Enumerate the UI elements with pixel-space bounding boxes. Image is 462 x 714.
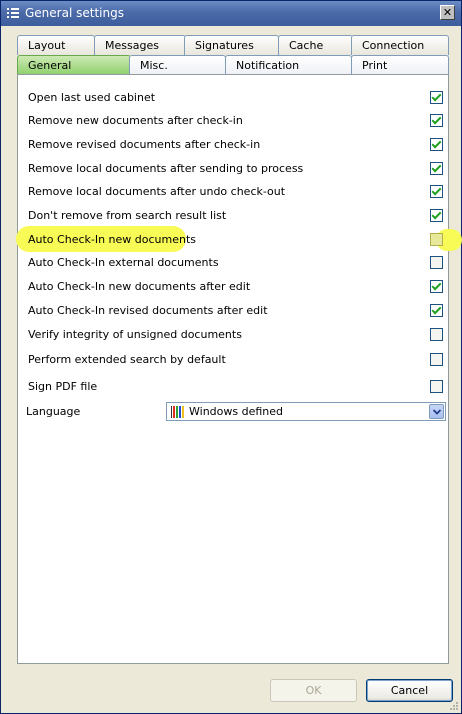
- tab-layout[interactable]: Layout: [17, 35, 95, 55]
- tab-label: Connection: [362, 39, 425, 52]
- tab-signatures[interactable]: Signatures: [184, 35, 279, 55]
- option-label: Auto Check-In external documents: [28, 256, 219, 269]
- title-bar[interactable]: General settings ✕: [1, 1, 461, 26]
- option-verify-integrity[interactable]: Verify integrity of unsigned documents: [28, 326, 443, 346]
- option-remove-local-after-process[interactable]: Remove local documents after sending to …: [28, 160, 443, 180]
- option-remove-local-after-undo[interactable]: Remove local documents after undo check-…: [28, 183, 443, 203]
- option-label: Verify integrity of unsigned documents: [28, 328, 242, 341]
- option-checkbox[interactable]: [430, 185, 443, 198]
- option-label: Open last used cabinet: [28, 91, 156, 104]
- tab-messages[interactable]: Messages: [94, 35, 186, 55]
- option-checkbox[interactable]: [430, 380, 443, 393]
- option-label: Auto Check-In new documents: [28, 233, 197, 246]
- option-label: Remove new documents after check-in: [28, 114, 243, 127]
- option-checkbox[interactable]: [430, 304, 443, 317]
- option-checkbox[interactable]: [430, 138, 443, 151]
- tab-label: Layout: [28, 39, 66, 52]
- tab-print[interactable]: Print: [351, 55, 449, 75]
- option-remove-new-after-checkin[interactable]: Remove new documents after check-in: [28, 112, 443, 132]
- option-auto-checkin-revised-after-edit[interactable]: Auto Check-In revised documents after ed…: [28, 302, 443, 322]
- chevron-down-icon: [433, 409, 441, 415]
- general-tab-panel: Open last used cabinet Remove new docume…: [16, 74, 462, 664]
- option-checkbox[interactable]: [430, 114, 443, 127]
- language-dropdown[interactable]: Windows defined: [166, 402, 446, 421]
- tab-cache[interactable]: Cache: [278, 35, 353, 55]
- tab-general[interactable]: General: [17, 55, 131, 75]
- option-checkbox[interactable]: [430, 328, 443, 341]
- dropdown-button[interactable]: [429, 404, 444, 419]
- option-dont-remove-search[interactable]: Don't remove from search result list: [28, 207, 443, 227]
- tab-connection[interactable]: Connection: [351, 35, 449, 55]
- option-extended-search[interactable]: Perform extended search by default: [28, 351, 443, 371]
- window-title: General settings: [25, 6, 124, 20]
- language-label: Language: [26, 405, 81, 418]
- tab-label: Misc.: [140, 59, 168, 72]
- ok-button[interactable]: OK: [270, 679, 357, 702]
- cancel-label: Cancel: [390, 684, 429, 697]
- option-checkbox[interactable]: [430, 280, 443, 293]
- option-checkbox[interactable]: [430, 353, 443, 366]
- option-label: Auto Check-In revised documents after ed…: [28, 304, 268, 317]
- option-auto-checkin-new[interactable]: Auto Check-In new documents: [28, 231, 443, 251]
- option-checkbox[interactable]: [430, 209, 443, 222]
- option-auto-checkin-new-after-edit[interactable]: Auto Check-In new documents after edit: [28, 278, 443, 298]
- option-label: Sign PDF file: [28, 380, 98, 393]
- option-checkbox[interactable]: [430, 256, 443, 269]
- tab-misc[interactable]: Misc.: [129, 55, 226, 75]
- option-label: Don't remove from search result list: [28, 209, 227, 222]
- option-sign-pdf[interactable]: Sign PDF file: [28, 378, 443, 398]
- resize-grip-icon[interactable]: [449, 701, 459, 711]
- tab-notification[interactable]: Notification: [225, 55, 352, 75]
- tab-label: Messages: [105, 39, 159, 52]
- ok-label: OK: [305, 684, 322, 697]
- option-checkbox[interactable]: [430, 162, 443, 175]
- option-open-last-cabinet[interactable]: Open last used cabinet: [28, 89, 443, 109]
- option-checkbox[interactable]: [430, 91, 443, 104]
- tab-label: General: [28, 59, 72, 72]
- option-auto-checkin-external[interactable]: Auto Check-In external documents: [28, 254, 443, 274]
- option-remove-revised-after-checkin[interactable]: Remove revised documents after check-in: [28, 136, 443, 156]
- settings-list-icon: [7, 8, 19, 18]
- option-checkbox[interactable]: [430, 233, 443, 246]
- option-label: Perform extended search by default: [28, 353, 226, 366]
- tab-label: Signatures: [195, 39, 254, 52]
- option-label: Auto Check-In new documents after edit: [28, 280, 251, 293]
- language-value: Windows defined: [189, 405, 283, 418]
- option-label: Remove local documents after undo check-…: [28, 185, 286, 198]
- tab-label: Print: [362, 59, 388, 72]
- general-settings-dialog: General settings ✕ Layout Messages Signa…: [0, 0, 462, 714]
- close-icon: ✕: [442, 6, 453, 19]
- option-label: Remove revised documents after check-in: [28, 138, 261, 151]
- close-button[interactable]: ✕: [440, 5, 455, 20]
- cancel-button[interactable]: Cancel: [366, 679, 453, 702]
- tab-label: Notification: [236, 59, 300, 72]
- tab-label: Cache: [289, 39, 324, 52]
- windows-flag-icon: [171, 406, 184, 418]
- option-label: Remove local documents after sending to …: [28, 162, 304, 175]
